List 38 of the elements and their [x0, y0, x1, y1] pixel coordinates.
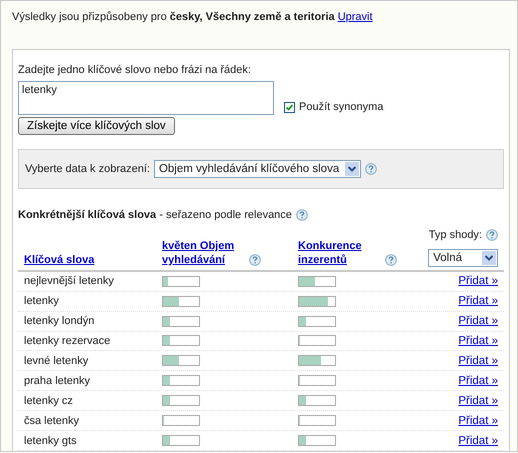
- keyword-cell-text: letenky: [24, 295, 60, 308]
- match-type-select[interactable]: Volná: [428, 248, 498, 267]
- intro-text: Výsledky jsou přizpůsobeny pro česky, Všechny země a teritoria: [12, 11, 335, 23]
- section-title: Konkrétnější klíčová slova - seřazeno podle relevance: [18, 208, 292, 221]
- help-icon[interactable]: [365, 162, 378, 175]
- keyword-cell-text: letenky cz: [24, 394, 74, 407]
- more-keywords-button[interactable]: Získejte více klíčových slov: [18, 117, 175, 135]
- add-link[interactable]: Přidat »: [458, 275, 498, 288]
- keyword-field[interactable]: letenky: [18, 81, 274, 115]
- display-label: Vyberte data k zobrazení:: [25, 162, 150, 175]
- add-link[interactable]: Přidat »: [458, 414, 498, 427]
- edit-link[interactable]: Upravit: [338, 11, 373, 23]
- help-icon[interactable]: [296, 208, 308, 221]
- help-icon[interactable]: [486, 228, 498, 241]
- keyword-cell-text: nejlevnější letenky: [24, 275, 115, 288]
- add-link[interactable]: Přidat »: [458, 315, 498, 328]
- column-header[interactable]: Konkurence inzerentů: [298, 238, 382, 267]
- keyword-label: Zadejte jedno klíčové slovo nebo frázi na řádek:: [18, 64, 252, 76]
- keyword-cell-text: letenky gts: [24, 434, 78, 447]
- add-link[interactable]: Přidat »: [458, 334, 498, 347]
- add-link[interactable]: Přidat »: [458, 434, 498, 447]
- keyword-cell-text: letenky rezervace: [24, 334, 112, 347]
- column-header[interactable]: květen Objem vyhledávání: [162, 238, 246, 267]
- help-icon[interactable]: [249, 254, 261, 266]
- match-type-label: Typ shody:: [428, 228, 482, 241]
- column-header[interactable]: Klíčová slova: [24, 252, 162, 267]
- keyword-cell-text: praha letenky: [24, 374, 92, 387]
- add-link[interactable]: Přidat »: [458, 295, 498, 308]
- add-link[interactable]: Přidat »: [458, 394, 498, 407]
- add-link[interactable]: Přidat »: [458, 374, 498, 387]
- add-link[interactable]: Přidat »: [458, 354, 498, 367]
- help-icon[interactable]: [385, 254, 397, 266]
- keyword-cell-text: letenky londýn: [24, 315, 96, 328]
- synonyms-label: Použít synonyma: [299, 101, 384, 113]
- display-select[interactable]: Objem vyhledávání klíčového slova: [154, 160, 362, 178]
- keyword-cell-text: čsa letenky: [24, 414, 80, 427]
- synonyms-checkbox[interactable]: [284, 102, 295, 112]
- keyword-cell-text: levné letenky: [24, 354, 90, 367]
